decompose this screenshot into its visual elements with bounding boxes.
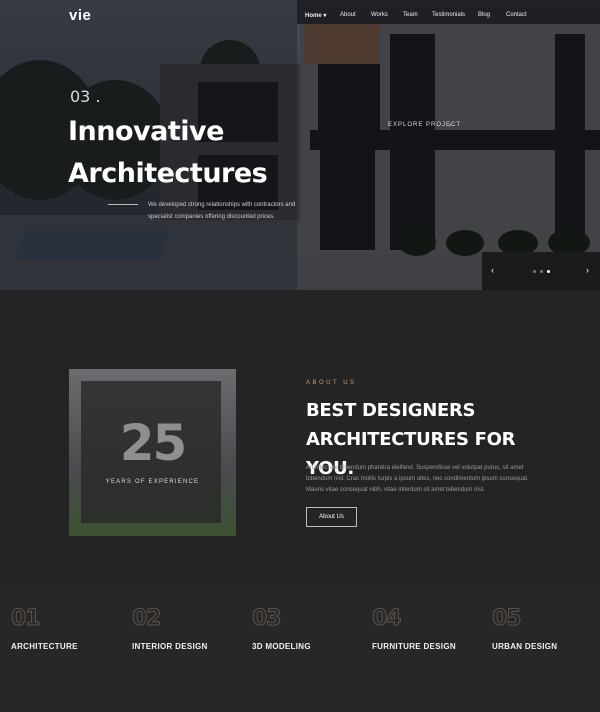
slider-prev-button[interactable]: ‹: [491, 265, 494, 275]
service-card[interactable]: 01 ARCHITECTURE: [0, 582, 119, 712]
slider-dot[interactable]: [540, 270, 543, 273]
service-title: URBAN DESIGN: [492, 642, 558, 651]
service-title: 3D MODELING: [252, 642, 311, 651]
hero-slider: vie Home ▾ About Works Team Testimonials…: [0, 0, 600, 290]
years-label: YEARS OF EXPERIENCE: [105, 479, 200, 485]
nav-item-testimonials[interactable]: Testimonials: [432, 12, 465, 18]
service-title: INTERIOR DESIGN: [132, 642, 208, 651]
nav-item-blog[interactable]: Blog: [478, 12, 490, 18]
service-number: 04: [372, 606, 402, 632]
service-number: 01: [11, 606, 41, 632]
nav-item-home[interactable]: Home ▾: [305, 12, 326, 19]
service-title: ARCHITECTURE: [11, 642, 78, 651]
slider-next-button[interactable]: ›: [586, 265, 589, 275]
nav-item-works[interactable]: Works: [371, 12, 388, 18]
nav-item-team[interactable]: Team: [403, 12, 418, 18]
service-card[interactable]: 05 URBAN DESIGN: [481, 582, 600, 712]
slide-number: 03 .: [70, 87, 101, 106]
hero-divider: [108, 204, 138, 205]
years-number: 25: [119, 414, 188, 472]
nav-item-contact[interactable]: Contact: [506, 12, 527, 18]
chevron-right-icon[interactable]: ›: [449, 122, 451, 129]
slider-dot-active[interactable]: [547, 270, 550, 273]
service-number: 03: [252, 606, 282, 632]
about-label: ABOUT US: [306, 380, 357, 386]
service-card[interactable]: 02 INTERIOR DESIGN: [121, 582, 240, 712]
about-us-button[interactable]: About Us: [306, 507, 357, 527]
service-card[interactable]: 03 3D MODELING: [241, 582, 360, 712]
slider-controls: ‹ ›: [482, 252, 600, 290]
logo[interactable]: vie: [69, 7, 91, 24]
nav-item-about[interactable]: About: [340, 12, 356, 18]
hero-overlay: [297, 0, 600, 290]
service-number: 02: [132, 606, 162, 632]
services-row: 01 ARCHITECTURE 02 INTERIOR DESIGN 03 3D…: [0, 582, 600, 712]
about-text: Architecture bibendum pharetra eleifend.…: [306, 465, 529, 493]
service-title: FURNITURE DESIGN: [372, 642, 456, 651]
hero-description: We developed strong relationships with c…: [148, 202, 296, 220]
slider-dot[interactable]: [533, 270, 536, 273]
hero-title: Innovative Architectures: [68, 116, 268, 189]
service-card[interactable]: 04 FURNITURE DESIGN: [361, 582, 480, 712]
about-image: 25 YEARS OF EXPERIENCE: [69, 369, 236, 536]
service-number: 05: [492, 606, 522, 632]
